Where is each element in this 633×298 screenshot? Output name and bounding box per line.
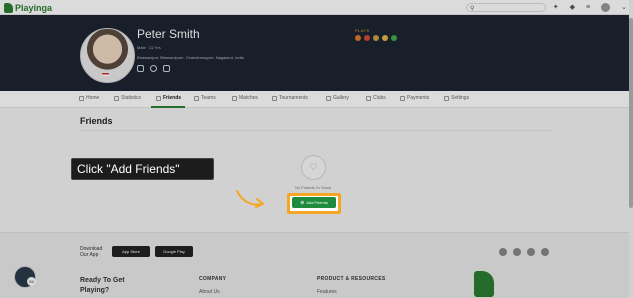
cricket-icon — [373, 35, 379, 41]
gallery-icon — [326, 95, 331, 101]
company-heading: COMPANY — [199, 276, 227, 282]
badminton-icon — [382, 35, 388, 41]
empty-state-text: No Friends To Show — [295, 185, 331, 190]
friends-title: Friends — [80, 116, 113, 126]
section-divider — [80, 130, 553, 131]
instruction-tooltip: Click "Add Friends" — [71, 158, 214, 180]
tab-home[interactable]: Home — [79, 95, 99, 101]
active-tab-indicator — [151, 106, 185, 108]
search-icon: ⚲ — [470, 6, 475, 12]
tab-statistics[interactable]: Statistics — [114, 95, 141, 101]
scrollbar-thumb[interactable] — [629, 18, 633, 208]
add-friends-label: Add Friends — [306, 200, 328, 205]
top-icons: ✦ ◆ ≡ ⌄ — [553, 3, 627, 12]
tab-clubs[interactable]: Clubs — [366, 95, 386, 101]
football-icon — [364, 35, 370, 41]
statistics-icon — [114, 95, 119, 101]
profile-name: Peter Smith — [137, 27, 200, 41]
product-heading: PRODUCT & RESOURCES — [317, 276, 386, 282]
facebook-icon[interactable] — [499, 248, 507, 256]
footer-socials — [499, 248, 549, 256]
app-store-button[interactable]: App Store — [112, 246, 150, 257]
google-play-button[interactable]: Google Play — [155, 246, 193, 257]
sun-icon[interactable]: ✦ — [553, 3, 559, 12]
app-name: Playinga — [15, 2, 53, 13]
tennis-icon — [391, 35, 397, 41]
instagram-icon[interactable] — [137, 65, 144, 72]
youtube-icon[interactable] — [541, 248, 549, 256]
chevron-down-icon[interactable]: ⌄ — [621, 3, 627, 12]
user-avatar-icon[interactable] — [601, 3, 611, 12]
linkedin-icon[interactable] — [527, 248, 535, 256]
tab-friends[interactable]: Friends — [156, 95, 181, 101]
settings-icon — [444, 95, 449, 101]
tab-settings[interactable]: Settings — [444, 95, 469, 101]
plus-circle-icon: ⊕ — [300, 199, 305, 206]
tournaments-icon — [272, 95, 277, 101]
top-bar: Playinga ⚲ ✦ ◆ ≡ ⌄ — [0, 0, 633, 15]
app-logo[interactable]: Playinga — [4, 2, 52, 13]
flag-icon — [101, 72, 110, 77]
plays-icons — [355, 35, 397, 41]
about-us-link[interactable]: About Us — [199, 289, 220, 295]
menu-icon[interactable]: ≡ — [586, 3, 590, 12]
friends-icon — [156, 95, 161, 101]
footer-logo-icon — [474, 271, 494, 297]
pointer-arrow-icon — [236, 190, 264, 208]
ready-to-play-heading: Ready To Get Playing? — [80, 277, 125, 294]
teams-icon — [194, 95, 199, 101]
tab-teams[interactable]: Teams — [194, 95, 216, 101]
tab-matches[interactable]: Matches — [232, 95, 258, 101]
payments-icon — [400, 95, 405, 101]
tab-tournaments[interactable]: Tournaments — [272, 95, 308, 101]
logo-mark-icon — [4, 2, 13, 13]
footer: Download Our App App Store Google Play R… — [0, 232, 633, 298]
tab-payments[interactable]: Payments — [400, 95, 429, 101]
tab-gallery[interactable]: Gallery — [326, 95, 349, 101]
x-icon[interactable] — [513, 248, 521, 256]
search-input[interactable]: ⚲ — [466, 3, 546, 12]
profile-address: Bhawanipur, Bhawanipore, Chandernagore, … — [137, 55, 244, 60]
profile-socials — [137, 65, 170, 72]
matches-icon — [232, 95, 237, 101]
basketball-icon — [355, 35, 361, 41]
profile-meta: Male · 22 Yrs — [137, 45, 161, 50]
empty-friends-icon: ♡ — [301, 155, 326, 180]
chat-badge: 94 — [27, 277, 36, 286]
linkedin-icon[interactable] — [163, 65, 170, 72]
plays-label: PLAYS — [355, 28, 370, 33]
features-link[interactable]: Features — [317, 289, 337, 295]
add-friends-button[interactable]: ⊕ Add Friends — [292, 197, 336, 208]
profile-tabs: Home Statistics Friends Teams Matches To… — [0, 91, 633, 108]
profile-header: Peter Smith Male · 22 Yrs Bhawanipur, Bh… — [0, 15, 633, 91]
home-icon — [79, 95, 84, 101]
bell-icon[interactable]: ◆ — [570, 3, 575, 12]
download-app-label: Download Our App — [80, 246, 103, 258]
clubs-icon — [366, 95, 371, 101]
facebook-icon[interactable] — [150, 65, 157, 72]
